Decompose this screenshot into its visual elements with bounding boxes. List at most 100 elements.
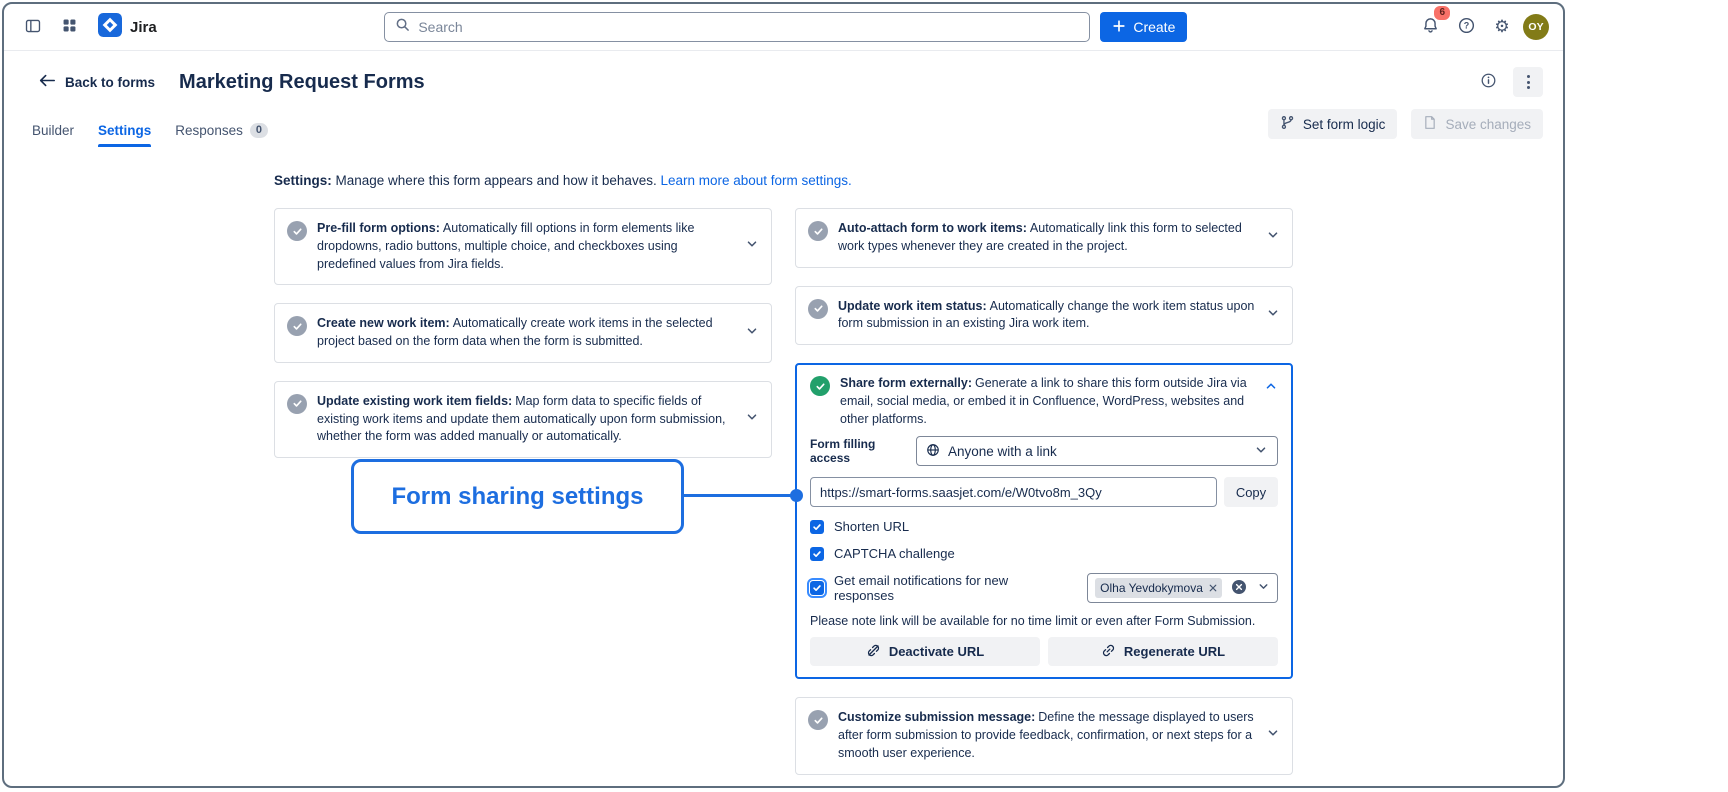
card-update-existing-fields[interactable]: Update existing work item fields:Map for… — [274, 381, 772, 458]
captcha-row: CAPTCHA challenge — [810, 546, 1278, 561]
tab-settings[interactable]: Settings — [98, 123, 151, 147]
check-circle-icon — [287, 221, 307, 241]
back-to-forms-link[interactable]: Back to forms — [38, 73, 155, 91]
set-form-logic-button[interactable]: Set form logic — [1268, 109, 1398, 139]
search-box — [384, 12, 1090, 42]
annotation-dot — [790, 489, 803, 502]
captcha-checkbox[interactable] — [810, 547, 824, 561]
chevron-up-icon[interactable] — [1264, 379, 1278, 398]
card-title: Pre-fill form options: — [317, 221, 440, 235]
gear-icon: ⚙ — [1494, 19, 1509, 36]
create-button[interactable]: Create — [1100, 12, 1187, 42]
app-grid-icon — [61, 17, 78, 37]
info-button[interactable] — [1473, 67, 1503, 97]
card-create-work-item[interactable]: Create new work item:Automatically creat… — [274, 303, 772, 363]
card-share-form-externally: Share form externally:Generate a link to… — [795, 363, 1293, 679]
kebab-menu-icon — [1527, 75, 1530, 89]
check-circle-icon — [287, 316, 307, 336]
chevron-down-icon — [1257, 580, 1270, 596]
settings-button[interactable]: ⚙ — [1487, 12, 1517, 42]
save-changes-button[interactable]: Save changes — [1411, 109, 1543, 139]
tab-builder[interactable]: Builder — [32, 123, 74, 147]
tabs: Builder Settings Responses 0 — [32, 123, 268, 147]
set-form-logic-label: Set form logic — [1303, 117, 1386, 132]
access-dropdown[interactable]: Anyone with a link — [916, 436, 1278, 466]
chevron-down-icon[interactable] — [745, 237, 759, 256]
deactivate-url-button[interactable]: Deactivate URL — [810, 637, 1040, 666]
app-switcher-button[interactable] — [54, 12, 84, 42]
intro-bold: Settings: — [274, 173, 332, 188]
form-filling-access-row: Form filling access Anyone with a link — [810, 436, 1278, 466]
more-actions-button[interactable] — [1513, 67, 1543, 97]
save-changes-label: Save changes — [1445, 117, 1531, 132]
regenerate-url-button[interactable]: Regenerate URL — [1048, 637, 1278, 666]
shorten-url-label: Shorten URL — [834, 519, 909, 534]
link-availability-note: Please note link will be available for n… — [810, 614, 1278, 628]
chevron-down-icon[interactable] — [745, 410, 759, 429]
card-title: Auto-attach form to work items: — [838, 221, 1027, 235]
page-header: Back to forms Marketing Request Forms — [4, 51, 1563, 97]
chevron-down-icon[interactable] — [745, 324, 759, 343]
plus-icon — [1112, 19, 1126, 36]
chevron-down-icon[interactable] — [1266, 306, 1280, 325]
sidebar-toggle-icon — [24, 17, 42, 38]
card-text: Update work item status:Automatically ch… — [838, 298, 1256, 334]
copy-url-button[interactable]: Copy — [1224, 477, 1278, 507]
right-column: Auto-attach form to work items:Automatic… — [795, 208, 1293, 775]
share-url-row: Copy — [810, 477, 1278, 507]
clear-icon[interactable] — [1232, 580, 1246, 597]
card-title: Update work item status: — [838, 299, 987, 313]
access-dropdown-value: Anyone with a link — [948, 444, 1057, 459]
share-card-header[interactable]: Share form externally:Generate a link to… — [810, 375, 1278, 428]
learn-more-link[interactable]: Learn more about form settings. — [660, 173, 851, 188]
shorten-url-row: Shorten URL — [810, 519, 1278, 534]
jira-brand[interactable]: Jira — [98, 13, 157, 42]
card-title: Customize submission message: — [838, 710, 1035, 724]
responses-count-badge: 0 — [250, 123, 268, 138]
form-filling-access-label: Form filling access — [810, 437, 908, 465]
email-notifications-checkbox[interactable] — [810, 581, 824, 595]
card-text: Auto-attach form to work items:Automatic… — [838, 220, 1256, 256]
user-avatar[interactable]: OY — [1523, 14, 1549, 40]
help-button[interactable]: ? — [1451, 12, 1481, 42]
intro-text: Manage where this form appears and how i… — [332, 173, 661, 188]
svg-text:?: ? — [1463, 21, 1469, 31]
app-window: Jira Create — [2, 2, 1565, 788]
card-title: Create new work item: — [317, 316, 450, 330]
back-link-label: Back to forms — [65, 75, 155, 90]
email-recipients-select[interactable]: Olha Yevdokymova — [1087, 573, 1278, 603]
topbar-right-group: 6 ? ⚙ OY — [1415, 12, 1549, 42]
page-title: Marketing Request Forms — [179, 71, 425, 94]
chevron-down-icon[interactable] — [1266, 228, 1280, 247]
share-url-input[interactable] — [810, 477, 1217, 507]
notification-count-badge: 6 — [1432, 4, 1452, 22]
tab-actions: Set form logic Save changes — [1268, 109, 1543, 147]
tag-remove-icon[interactable] — [1209, 581, 1217, 595]
regenerate-url-label: Regenerate URL — [1124, 644, 1225, 659]
card-text: Pre-fill form options:Automatically fill… — [317, 220, 735, 273]
check-circle-icon — [808, 710, 828, 730]
sidebar-toggle-button[interactable] — [18, 12, 48, 42]
deactivate-url-label: Deactivate URL — [889, 644, 984, 659]
captcha-label: CAPTCHA challenge — [834, 546, 955, 561]
search-input[interactable] — [418, 19, 1079, 35]
annotation-connector-line — [683, 494, 795, 497]
share-card-body: Form filling access Anyone with a link — [810, 436, 1278, 666]
chevron-down-icon — [1254, 443, 1268, 460]
tab-bar: Builder Settings Responses 0 Set form lo… — [4, 97, 1563, 147]
card-text: Create new work item:Automatically creat… — [317, 315, 735, 351]
create-button-label: Create — [1133, 19, 1175, 35]
settings-intro: Settings: Manage where this form appears… — [274, 173, 1293, 188]
shorten-url-checkbox[interactable] — [810, 520, 824, 534]
info-icon — [1480, 72, 1497, 92]
card-auto-attach[interactable]: Auto-attach form to work items:Automatic… — [795, 208, 1293, 268]
tab-responses-label: Responses — [175, 123, 243, 138]
chevron-down-icon[interactable] — [1266, 726, 1280, 745]
card-customize-submission-message[interactable]: Customize submission message:Define the … — [795, 697, 1293, 774]
tab-settings-label: Settings — [98, 123, 151, 138]
tab-responses[interactable]: Responses 0 — [175, 123, 268, 147]
topbar-left-group: Jira — [18, 12, 157, 42]
url-actions-row: Deactivate URL Regenerate URL — [810, 637, 1278, 666]
card-update-status[interactable]: Update work item status:Automatically ch… — [795, 286, 1293, 346]
card-prefill-options[interactable]: Pre-fill form options:Automatically fill… — [274, 208, 772, 285]
